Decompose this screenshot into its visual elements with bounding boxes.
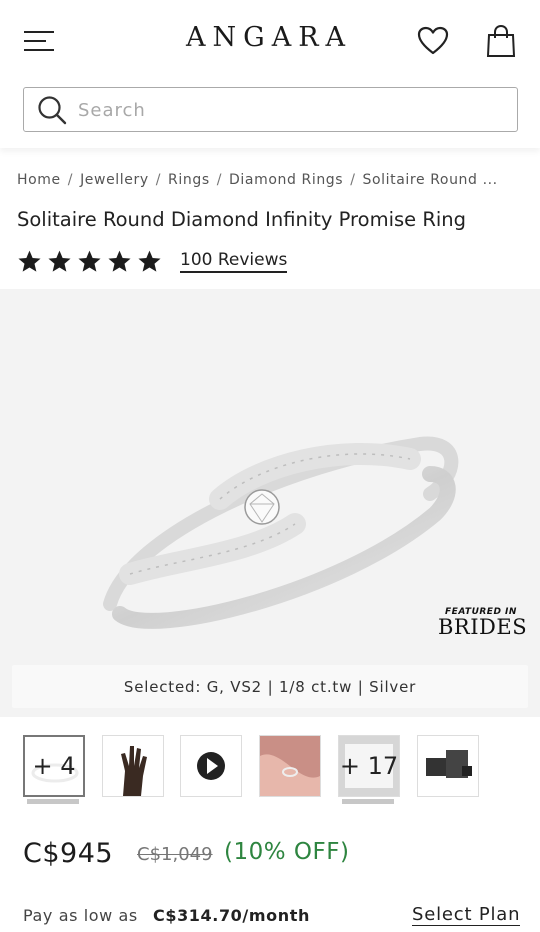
breadcrumb-rings[interactable]: Rings — [168, 172, 210, 188]
more-images-count: + 17 — [339, 736, 399, 796]
search-input[interactable] — [78, 94, 498, 126]
thumbnail-packaging[interactable] — [417, 735, 479, 797]
menu-icon[interactable] — [24, 28, 56, 56]
star-icon — [78, 250, 101, 272]
star-icon — [108, 250, 131, 272]
thumbnail-ring-box[interactable]: + 17 — [338, 735, 400, 797]
breadcrumb-separator: / — [216, 172, 223, 188]
ring-image — [103, 436, 459, 629]
reviews-link[interactable]: 100 Reviews — [180, 250, 288, 273]
brand-logo[interactable]: ANGARA — [186, 22, 356, 53]
product-rating: 100 Reviews — [17, 248, 317, 278]
breadcrumb-separator: / — [155, 172, 162, 188]
hand-icon — [121, 746, 147, 796]
product-gallery[interactable]: FEATURED IN BRIDES Selected: G, VS2 | 1/… — [0, 289, 540, 717]
star-icon — [18, 250, 41, 272]
star-rating[interactable] — [17, 249, 167, 275]
emi-prefix: Pay as low as — [23, 906, 138, 925]
breadcrumb-diamond-rings[interactable]: Diamond Rings — [229, 172, 343, 188]
price-current: C$945 — [23, 838, 114, 869]
breadcrumb-separator: / — [350, 172, 356, 188]
finger-ring-icon — [260, 736, 320, 796]
shopping-bag-icon[interactable] — [486, 24, 516, 58]
thumbnail-ring-front[interactable]: + 4 — [23, 735, 85, 797]
breadcrumb-separator: / — [67, 172, 74, 188]
price-original: C$1,049 — [137, 844, 213, 865]
thumbnail-ring-on-finger[interactable] — [259, 735, 321, 797]
thumbnail-strip: + 4 + 17 — [23, 735, 523, 805]
product-title: Solitaire Round Diamond Infinity Promise… — [17, 208, 467, 231]
featured-in-brides-badge: FEATURED IN BRIDES — [438, 607, 528, 653]
price-discount: (10% OFF) — [224, 839, 350, 865]
play-icon — [197, 752, 225, 780]
site-header: ANGARA — [0, 0, 540, 148]
heart-icon[interactable] — [417, 26, 449, 56]
more-images-count: + 4 — [25, 737, 83, 795]
star-icon — [138, 250, 161, 272]
search-bar[interactable] — [23, 87, 518, 132]
thumbnail-stack-indicator — [342, 799, 394, 804]
gift-box-icon — [426, 750, 472, 778]
search-icon[interactable] — [37, 95, 67, 125]
star-icon — [48, 250, 71, 272]
select-plan-link[interactable]: Select Plan — [412, 904, 521, 926]
breadcrumb: Home / Jewellery / Rings / Diamond Rings / Solit… — [17, 172, 527, 188]
breadcrumb-current[interactable]: Solitaire Round ... — [363, 172, 498, 188]
thumbnail-hand-model[interactable] — [102, 735, 164, 797]
thumbnail-video[interactable] — [180, 735, 242, 797]
badge-brand-text: BRIDES — [438, 615, 528, 639]
breadcrumb-jewellery[interactable]: Jewellery — [80, 172, 149, 188]
emi-amount: C$314.70/month — [153, 906, 310, 925]
price-row: C$945 C$1,049 (10% OFF) — [23, 836, 523, 876]
breadcrumb-home[interactable]: Home — [17, 172, 61, 188]
thumbnail-stack-indicator — [27, 799, 79, 804]
emi-row: Pay as low as C$314.70/month Select Plan — [23, 904, 523, 932]
selected-options: Selected: G, VS2 | 1/8 ct.tw | Silver — [12, 665, 528, 708]
